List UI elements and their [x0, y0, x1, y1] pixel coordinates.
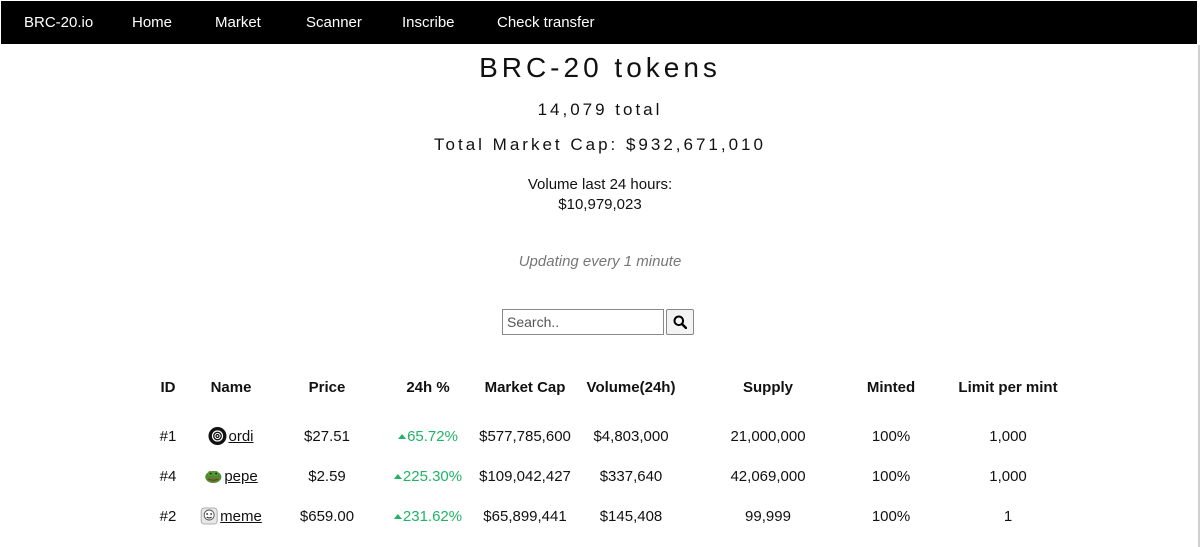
nav-item-check-transfer[interactable]: Check transfer — [497, 1, 595, 44]
row-market-cap: $577,785,600 — [479, 428, 571, 445]
row-supply: 99,999 — [745, 508, 791, 525]
col-header-minted[interactable]: Minted — [867, 378, 915, 398]
col-header-limit[interactable]: Limit per mint — [958, 378, 1057, 398]
row-minted: 100% — [871, 508, 911, 525]
row-volume: $145,408 — [599, 508, 663, 525]
pepe-icon — [205, 470, 222, 483]
volume-value: $10,979,023 — [558, 196, 642, 213]
nav-item-market[interactable]: Market — [215, 1, 261, 44]
brand-link[interactable]: BRC-20.io — [24, 1, 93, 44]
search-button[interactable] — [666, 309, 694, 335]
row-change: 65.72% — [398, 427, 458, 447]
row-name[interactable]: pepe — [204, 467, 258, 487]
search-input[interactable] — [502, 309, 664, 335]
search-icon — [673, 315, 687, 329]
update-notice: Updating every 1 minute — [518, 253, 682, 270]
col-header-id[interactable]: ID — [161, 378, 176, 398]
row-market-cap: $109,042,427 — [479, 468, 571, 485]
row-name[interactable]: meme — [200, 507, 262, 527]
row-volume: $4,803,000 — [593, 428, 669, 445]
row-id: #2 — [159, 508, 177, 525]
row-market-cap: $65,899,441 — [483, 508, 567, 525]
top-nav: BRC-20.io Home Market Scanner Inscribe C… — [1, 1, 1197, 44]
row-id: #4 — [159, 468, 177, 485]
row-price: $27.51 — [304, 428, 350, 445]
ordi-icon — [208, 427, 227, 445]
page-title: BRC-20 tokens — [479, 52, 721, 83]
col-header-market-cap[interactable]: Market Cap — [485, 378, 566, 398]
row-name[interactable]: ordi — [208, 427, 254, 447]
row-minted: 100% — [871, 428, 911, 445]
nav-item-inscribe[interactable]: Inscribe — [402, 1, 455, 44]
token-link-pepe[interactable]: pepe — [224, 468, 257, 485]
meme-icon — [200, 507, 218, 525]
page: BRC-20.io Home Market Scanner Inscribe C… — [0, 0, 1200, 547]
row-limit: 1 — [1003, 508, 1013, 525]
row-change: 231.62% — [393, 507, 462, 527]
col-header-supply[interactable]: Supply — [743, 378, 793, 398]
col-header-name[interactable]: Name — [211, 378, 252, 398]
col-header-price[interactable]: Price — [309, 378, 346, 398]
up-arrow-icon — [393, 514, 402, 519]
row-change: 225.30% — [393, 467, 462, 487]
up-arrow-icon — [398, 434, 407, 439]
col-header-change[interactable]: 24h % — [406, 378, 449, 398]
row-volume: $337,640 — [599, 468, 663, 485]
token-total: 14,079 total — [537, 100, 663, 119]
row-supply: 21,000,000 — [730, 428, 806, 445]
row-price: $659.00 — [299, 508, 355, 525]
nav-item-scanner[interactable]: Scanner — [306, 1, 362, 44]
row-limit: 1,000 — [989, 468, 1027, 485]
total-market-cap: Total Market Cap: $932,671,010 — [434, 135, 766, 154]
row-price: $2.59 — [308, 468, 346, 485]
up-arrow-icon — [393, 474, 402, 479]
token-link-ordi[interactable]: ordi — [228, 428, 253, 445]
row-supply: 42,069,000 — [730, 468, 806, 485]
row-minted: 100% — [871, 468, 911, 485]
row-limit: 1,000 — [989, 428, 1027, 445]
token-link-meme[interactable]: meme — [220, 508, 262, 525]
nav-item-home[interactable]: Home — [132, 1, 172, 44]
col-header-volume[interactable]: Volume(24h) — [587, 378, 676, 398]
row-id: #1 — [159, 428, 177, 445]
volume-label: Volume last 24 hours: — [527, 176, 673, 193]
